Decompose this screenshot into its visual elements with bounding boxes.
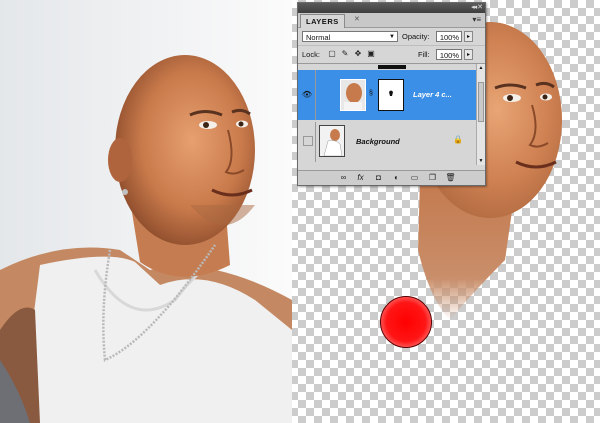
link-layers-icon[interactable]: ∞ [338,173,349,183]
layer-thumbnail[interactable] [319,125,345,157]
panel-bottom-toolbar: ∞ fx ◘ ◐ ▭ ❐ 🗑 [298,170,485,185]
adjustment-layer-icon[interactable]: ◐ [391,173,402,183]
layer-divider [315,70,316,120]
mask-indicator [378,65,406,69]
chevron-down-icon: ▼ [389,34,395,40]
panel-menu-icon[interactable]: ▾≡ [472,15,481,24]
layer-row[interactable]: 👁 § Layer 4 c... [298,65,477,120]
blend-mode-value: Normal [306,33,331,42]
opacity-slider-button[interactable]: ▸ [464,31,473,42]
opacity-label: Opacity: [402,32,430,41]
tab-close-icon[interactable]: ✕ [354,15,360,23]
scrollbar-thumb[interactable] [478,82,484,122]
new-group-icon[interactable]: ▭ [409,173,420,183]
lock-transparent-icon[interactable]: ▢ [327,49,337,59]
layer-name[interactable]: Layer 4 c... [413,90,452,100]
layer-divider [315,122,316,162]
layer-thumbnail[interactable] [340,79,366,111]
add-mask-icon[interactable]: ◘ [373,173,384,183]
new-layer-icon[interactable]: ❐ [427,173,438,183]
brush-cursor [380,296,432,348]
lock-position-icon[interactable]: ✥ [353,49,363,59]
portrait-photo-original [0,0,292,423]
blend-mode-select[interactable]: Normal ▼ [302,31,398,42]
visibility-toggle[interactable] [303,136,313,146]
panel-titlebar[interactable]: ◂◂ ✕ [298,3,485,13]
layers-panel[interactable]: ◂◂ ✕ LAYERS ✕ ▾≡ Normal ▼ Opacity: 100% … [297,2,486,186]
layer-name[interactable]: Background [356,137,400,147]
layer-mask-thumbnail[interactable] [378,79,404,111]
fill-slider-button[interactable]: ▸ [464,49,473,60]
lock-all-icon[interactable]: ▣ [366,49,376,59]
opacity-field[interactable]: 100% [436,31,462,42]
scroll-up-icon[interactable]: ▲ [477,65,485,71]
lock-label: Lock: [302,50,320,59]
fill-field[interactable]: 100% [436,49,462,60]
eye-icon[interactable]: 👁 [301,89,313,101]
lock-icon: 🔒 [453,135,463,144]
layer-row[interactable]: Background 🔒 [298,122,477,162]
fill-label: Fill: [418,50,430,59]
scroll-down-icon[interactable]: ▼ [477,158,485,164]
chain-link-icon[interactable]: § [369,90,373,97]
tab-layers[interactable]: LAYERS [300,14,345,28]
layers-scrollbar[interactable]: ▲ ▼ [476,64,485,165]
layer-style-icon[interactable]: fx [355,173,366,183]
lock-fill-row: Lock: ▢ ✎ ✥ ▣ Fill: 100% ▸ [298,46,485,64]
layers-list: 👁 § Layer 4 c... Background 🔒 ▲ ▼ [298,64,485,165]
blend-opacity-row: Normal ▼ Opacity: 100% ▸ [298,28,485,46]
lock-image-icon[interactable]: ✎ [340,49,350,59]
delete-layer-icon[interactable]: 🗑 [445,173,456,183]
panel-tab-row: LAYERS ✕ ▾≡ [298,13,485,28]
collapse-icon[interactable]: ◂◂ ✕ [471,3,483,13]
